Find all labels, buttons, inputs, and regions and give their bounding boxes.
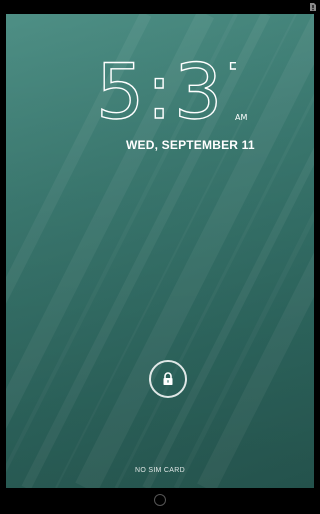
wallpaper[interactable]: 5:37 AM WED, SEPTEMBER 11 NO SIM CARD <box>6 14 314 488</box>
clock-time: 5:37 <box>95 46 273 136</box>
clock-ampm: AM <box>235 113 248 122</box>
padlock-icon <box>163 372 173 385</box>
home-circle-icon[interactable] <box>154 494 166 506</box>
lockscreen: 5:37 AM WED, SEPTEMBER 11 NO SIM CARD <box>0 0 320 514</box>
navigation-bar <box>0 488 320 514</box>
status-bar <box>0 0 320 14</box>
svg-text:5:37: 5:37 <box>96 54 236 126</box>
date-label: WED, SEPTEMBER 11 <box>126 138 255 152</box>
sim-card-missing-icon <box>310 3 316 11</box>
carrier-status: NO SIM CARD <box>135 467 185 474</box>
unlock-button[interactable] <box>149 360 187 398</box>
